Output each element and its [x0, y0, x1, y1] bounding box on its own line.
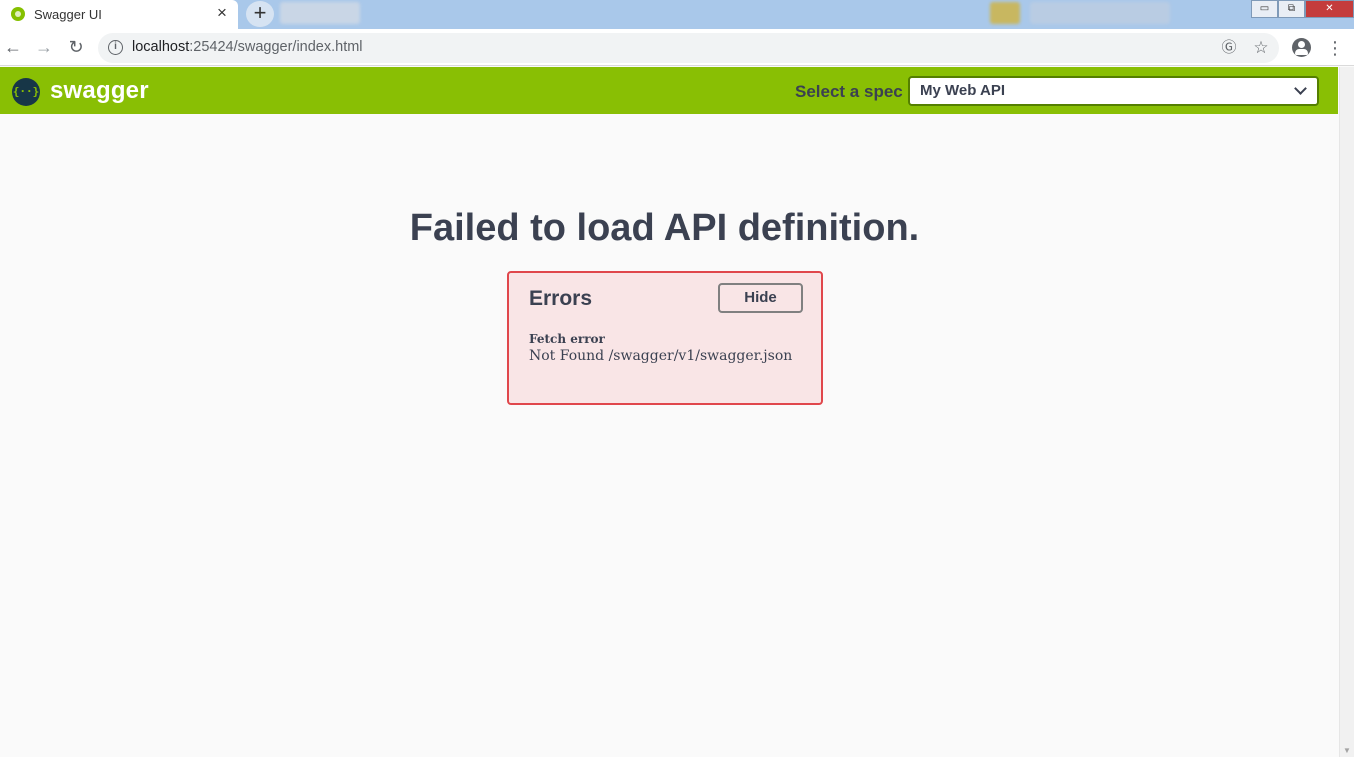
errors-title: Errors [529, 287, 593, 310]
scroll-down-arrow-icon[interactable]: ▼ [1343, 746, 1351, 755]
browser-menu-icon[interactable]: ⋮ [1326, 35, 1344, 61]
hide-errors-button[interactable]: Hide [718, 283, 803, 313]
page-title: Failed to load API definition. [409, 207, 920, 249]
profile-avatar-icon[interactable] [1292, 38, 1311, 57]
close-window-button[interactable]: ✕ [1305, 0, 1354, 18]
spec-select-value: My Web API [920, 82, 1006, 99]
spec-select-dropdown[interactable]: My Web API [908, 76, 1319, 106]
vertical-scrollbar[interactable]: ▼ [1339, 67, 1354, 757]
forward-button[interactable]: → [32, 34, 56, 60]
reload-button[interactable]: ↻ [64, 34, 88, 60]
swagger-favicon-icon [11, 7, 25, 21]
back-button[interactable]: ← [1, 34, 25, 60]
blurred-background-window [990, 2, 1020, 24]
spec-select-label: Select a spec [795, 82, 903, 101]
swagger-brand[interactable]: swagger [50, 77, 149, 105]
url-path: :25424/swagger/index.html [189, 39, 363, 55]
error-message: Not Found /swagger/v1/swagger.json [529, 348, 793, 364]
restore-window-button[interactable]: ⧉ [1278, 0, 1305, 18]
tab-close-icon[interactable]: × [212, 3, 232, 23]
page-viewport: {··} swagger Select a spec My Web API Fa… [0, 67, 1354, 757]
tab-strip: Swagger UI × + ▭ ⧉ ✕ [0, 0, 1354, 29]
swagger-topbar: {··} swagger Select a spec My Web API [0, 67, 1338, 114]
errors-panel: Errors Hide Fetch error Not Found /swagg… [507, 271, 823, 405]
address-bar[interactable]: i localhost:25424/swagger/index.html Ⓖ ☆ [98, 33, 1279, 63]
bookmark-star-icon[interactable]: ☆ [1251, 38, 1271, 58]
url-host: localhost [132, 39, 190, 55]
tab-title: Swagger UI [34, 7, 102, 22]
url-text[interactable]: localhost:25424/swagger/index.html [132, 39, 363, 55]
blurred-background-window [1030, 2, 1170, 24]
blurred-background-window [280, 2, 360, 24]
browser-tab[interactable]: Swagger UI × [0, 0, 238, 29]
minimize-window-button[interactable]: ▭ [1251, 0, 1278, 18]
site-info-icon[interactable]: i [108, 40, 123, 55]
error-heading: Fetch error [529, 332, 605, 346]
swagger-logo-icon[interactable]: {··} [12, 78, 40, 106]
new-tab-button[interactable]: + [246, 1, 274, 27]
translate-icon[interactable]: Ⓖ [1219, 38, 1239, 58]
window-controls: ▭ ⧉ ✕ [1251, 0, 1354, 18]
chevron-down-icon [1294, 82, 1307, 95]
browser-toolbar: ← → ↻ i localhost:25424/swagger/index.ht… [0, 29, 1354, 66]
